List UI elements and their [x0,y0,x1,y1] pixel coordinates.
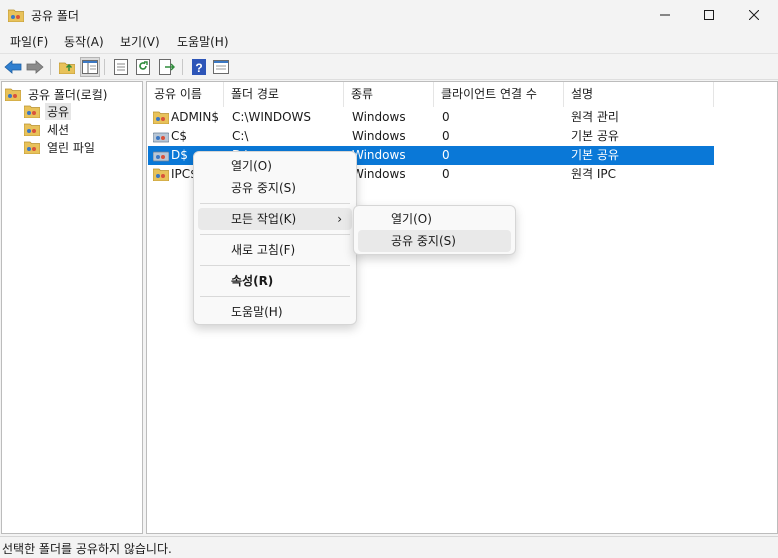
submenu-all-tasks: 열기(O) 공유 중지(S) [353,205,516,255]
cell-type: Windows [352,129,406,143]
context-menu: 열기(O) 공유 중지(S) 모든 작업(K) › 새로 고침(F) 속성(R)… [193,151,357,325]
status-bar: 선택한 폴더를 공유하지 않습니다. [0,536,778,558]
table-row[interactable]: ADMIN$ C:\WINDOWS Windows 0 원격 관리 [148,108,714,127]
menu-file[interactable]: 파일(F) [10,33,48,50]
shared-folder-icon [24,105,40,118]
close-button[interactable] [731,0,777,30]
toolbar-separator [182,59,183,75]
cell-description: 기본 공유 [571,148,619,162]
title-bar: 공유 폴더 [0,0,778,30]
show-tree-icon[interactable] [80,57,100,77]
submenu-item-stop-sharing[interactable]: 공유 중지(S) [358,230,511,252]
shared-folder-icon [7,8,25,23]
shared-folder-icon [24,141,40,154]
menu-item-all-tasks[interactable]: 모든 작업(K) › [198,208,352,230]
cell-type: Windows [352,167,406,181]
table-row[interactable]: C$ C:\ Windows 0 기본 공유 [148,127,714,146]
properties-icon[interactable] [111,57,131,77]
forward-arrow-icon[interactable] [25,57,45,77]
cell-clients: 0 [442,148,450,162]
refresh-icon[interactable] [134,57,154,77]
menu-item-stop-sharing[interactable]: 공유 중지(S) [198,177,352,199]
maximize-button[interactable] [686,0,732,30]
menu-separator [200,234,350,235]
cell-description: 기본 공유 [571,129,619,143]
up-folder-icon[interactable] [57,57,77,77]
back-arrow-icon[interactable] [3,57,23,77]
drive-share-icon [153,151,169,162]
menu-bar: 파일(F) 동작(A) 보기(V) 도움말(H) [0,30,778,52]
cell-folder-path: C:\WINDOWS [232,110,312,124]
cell-share-name: C$ [171,129,188,143]
column-header-share-name[interactable]: 공유 이름 [147,82,224,107]
drive-share-icon [153,132,169,143]
menu-item-properties[interactable]: 속성(R) [198,270,352,292]
window-title: 공유 폴더 [31,9,79,23]
menu-item-help[interactable]: 도움말(H) [198,301,352,323]
cell-clients: 0 [442,129,450,143]
cell-type: Windows [352,110,406,124]
column-header-client-connections[interactable]: 클라이언트 연결 수 [434,82,564,107]
menu-help[interactable]: 도움말(H) [177,33,229,50]
tree-item-label: 열린 파일 [47,140,95,155]
shared-folder-icon [5,88,21,101]
menu-item-label: 모든 작업(K) [231,212,297,226]
minimize-button[interactable] [642,0,688,30]
cell-type: Windows [352,148,406,162]
menu-separator [200,203,350,204]
menu-item-refresh[interactable]: 새로 고침(F) [198,239,352,261]
console-tree: 공유 폴더(로컬) 공유 세션 열린 파일 [1,81,143,534]
menu-view[interactable]: 보기(V) [120,33,160,50]
tree-item-open-files[interactable]: 열린 파일 [24,138,97,156]
cell-clients: 0 [442,110,450,124]
toolbar-separator [104,59,105,75]
column-header-type[interactable]: 종류 [344,82,434,107]
cell-clients: 0 [442,167,450,181]
column-header-description[interactable]: 설명 [564,82,714,107]
shared-folder-icon [153,111,169,124]
chevron-right-icon: › [337,212,342,226]
submenu-item-open[interactable]: 열기(O) [358,208,511,230]
shared-folder-icon [153,168,169,181]
column-header-folder-path[interactable]: 폴더 경로 [224,82,344,107]
tree-item-shares[interactable]: 공유 [24,102,72,120]
tree-item-label: 세션 [47,122,70,137]
menu-action[interactable]: 동작(A) [64,33,104,50]
cell-description: 원격 IPC [571,167,617,181]
menu-separator [200,296,350,297]
cell-share-name: ADMIN$ [171,110,219,124]
list-header: 공유 이름 폴더 경로 종류 클라이언트 연결 수 설명 [147,82,778,107]
export-list-icon[interactable] [157,57,177,77]
tree-item-label: 공유 폴더(로컬) [28,87,108,102]
cell-share-name: D$ [171,148,188,162]
tree-item-root[interactable]: 공유 폴더(로컬) [5,85,109,103]
status-text: 선택한 폴더를 공유하지 않습니다. [2,542,172,556]
cell-folder-path: C:\ [232,129,249,143]
menu-separator [200,265,350,266]
tree-item-sessions[interactable]: 세션 [24,120,71,138]
tree-item-label: 공유 [45,102,72,120]
menu-item-open[interactable]: 열기(O) [198,155,352,177]
help-icon[interactable]: ? [189,57,209,77]
shared-folder-icon [24,123,40,136]
console-tree-icon[interactable] [211,57,231,77]
toolbar-separator [50,59,51,75]
svg-text:?: ? [195,61,202,75]
cell-description: 원격 관리 [571,110,619,124]
toolbar: ? [0,53,778,80]
